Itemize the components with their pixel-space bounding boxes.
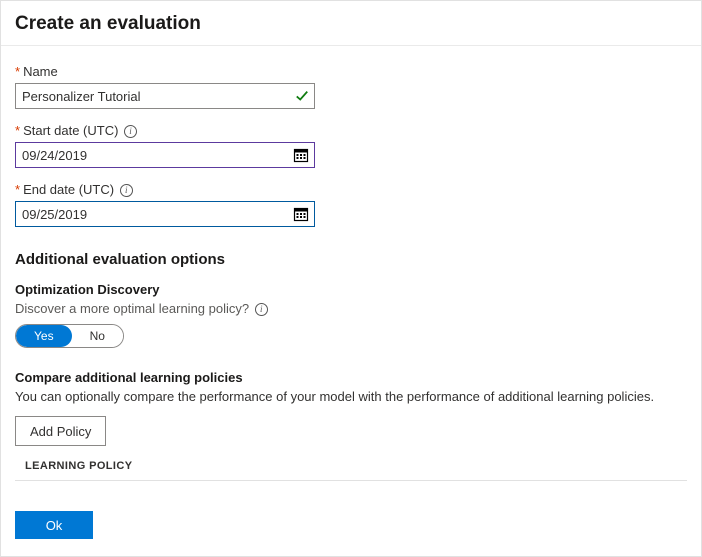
name-input[interactable] — [15, 83, 315, 109]
start-date-label: Start date (UTC) — [23, 123, 118, 138]
optimization-block: Optimization Discovery Discover a more o… — [15, 282, 687, 348]
calendar-icon[interactable] — [293, 147, 309, 163]
compare-title: Compare additional learning policies — [15, 370, 687, 385]
learning-policy-header: LEARNING POLICY — [15, 460, 687, 481]
form-body: *Name *Start date (UTC) i — [1, 46, 701, 481]
check-icon — [295, 89, 309, 103]
start-label-row: *Start date (UTC) i — [15, 123, 687, 138]
ok-button[interactable]: Ok — [15, 511, 93, 539]
panel-header: Create an evaluation — [1, 1, 701, 46]
required-asterisk: * — [15, 182, 20, 197]
name-input-wrap — [15, 83, 315, 109]
info-icon[interactable]: i — [124, 125, 137, 138]
compare-block: Compare additional learning policies You… — [15, 370, 687, 481]
info-icon[interactable]: i — [120, 184, 133, 197]
compare-desc: You can optionally compare the performan… — [15, 389, 687, 404]
start-input-wrap — [15, 142, 315, 168]
name-label: Name — [23, 64, 58, 79]
end-date-label: End date (UTC) — [23, 182, 114, 197]
field-name: *Name — [15, 64, 687, 109]
end-date-input[interactable] — [15, 201, 315, 227]
optimization-toggle[interactable]: Yes No — [15, 324, 124, 348]
toggle-yes[interactable]: Yes — [16, 325, 72, 347]
add-policy-button[interactable]: Add Policy — [15, 416, 106, 446]
footer: Ok — [1, 481, 701, 557]
calendar-icon[interactable] — [293, 206, 309, 222]
field-start-date: *Start date (UTC) i — [15, 123, 687, 168]
end-input-wrap — [15, 201, 315, 227]
info-icon[interactable]: i — [255, 303, 268, 316]
optimization-desc-row: Discover a more optimal learning policy?… — [15, 301, 687, 316]
required-asterisk: * — [15, 64, 20, 79]
optimization-title: Optimization Discovery — [15, 282, 687, 297]
start-date-input[interactable] — [15, 142, 315, 168]
create-evaluation-panel: Create an evaluation *Name *Start date (… — [0, 0, 702, 557]
additional-options-title: Additional evaluation options — [15, 251, 687, 268]
toggle-no[interactable]: No — [72, 325, 123, 347]
end-label-row: *End date (UTC) i — [15, 182, 687, 197]
required-asterisk: * — [15, 123, 20, 138]
field-end-date: *End date (UTC) i — [15, 182, 687, 227]
optimization-desc: Discover a more optimal learning policy? — [15, 301, 249, 316]
name-label-row: *Name — [15, 64, 687, 79]
page-title: Create an evaluation — [15, 13, 687, 35]
